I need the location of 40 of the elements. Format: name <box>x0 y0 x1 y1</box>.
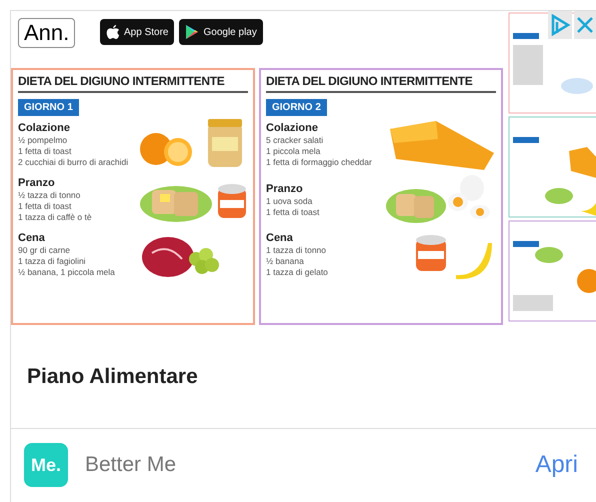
meal-item: 1 tazza di gelato <box>266 267 328 278</box>
meal-item: 1 uova soda <box>266 196 314 206</box>
store-badge[interactable]: Google play <box>179 19 263 45</box>
day-label: GIORNO 2 <box>266 99 327 116</box>
meal-item: ½ pompelmo <box>18 135 68 146</box>
meal-item: 1 fetta di formaggio cheddar <box>266 157 372 168</box>
card-title: DIETA DEL DIGIUNO INTERMITTENTE <box>266 74 496 93</box>
advertiser-name: Better Me <box>85 453 176 477</box>
play-icon <box>185 24 200 40</box>
meal-heading: Pranzo <box>266 182 304 194</box>
meal-item: 1 fetta di toast <box>18 201 72 212</box>
day-label: GIORNO 1 <box>18 99 79 116</box>
meal-item: 1 tazza di fagiolini <box>18 256 87 267</box>
meal-item: 90 gr di carne <box>18 245 71 256</box>
ad-title[interactable]: Piano Alimentare <box>27 365 198 389</box>
meal-heading: Cena <box>18 232 46 244</box>
store-badge[interactable]: App Store <box>100 19 174 45</box>
ad-choices-icon[interactable] <box>548 11 572 39</box>
meal-item: 1 fetta di toast <box>18 146 72 157</box>
apple-icon <box>106 24 120 40</box>
store-label: App Store <box>124 26 168 38</box>
meal-item: 1 fetta di toast <box>266 206 320 218</box>
meal-heading: Colazione <box>266 122 319 134</box>
meal-item: ½ tazza di tonno <box>18 190 82 201</box>
meal-item: ½ banana <box>266 256 305 267</box>
close-icon[interactable] <box>574 11 596 39</box>
ad-label: Ann. <box>18 18 76 48</box>
open-button[interactable]: Apri <box>535 451 578 479</box>
meal-heading: Colazione <box>18 122 71 134</box>
meal-item: 2 cucchiai di burro di arachidi <box>18 157 128 168</box>
meal-item: 1 tazza di tonno <box>266 245 328 256</box>
store-label: Google play <box>203 26 257 38</box>
meal-item: 1 piccola mela <box>266 146 322 157</box>
meal-item: ½ banana, 1 piccola mela <box>18 267 115 278</box>
meal-heading: Cena <box>266 232 294 244</box>
card-title: DIETA DEL DIGIUNO INTERMITTENTE <box>18 74 248 93</box>
meal-heading: Pranzo <box>18 177 56 189</box>
meal-item: 1 tazza di caffè o tè <box>18 212 92 223</box>
meal-item: 5 cracker salati <box>266 135 324 146</box>
advertiser-logo: Me. <box>24 443 68 487</box>
